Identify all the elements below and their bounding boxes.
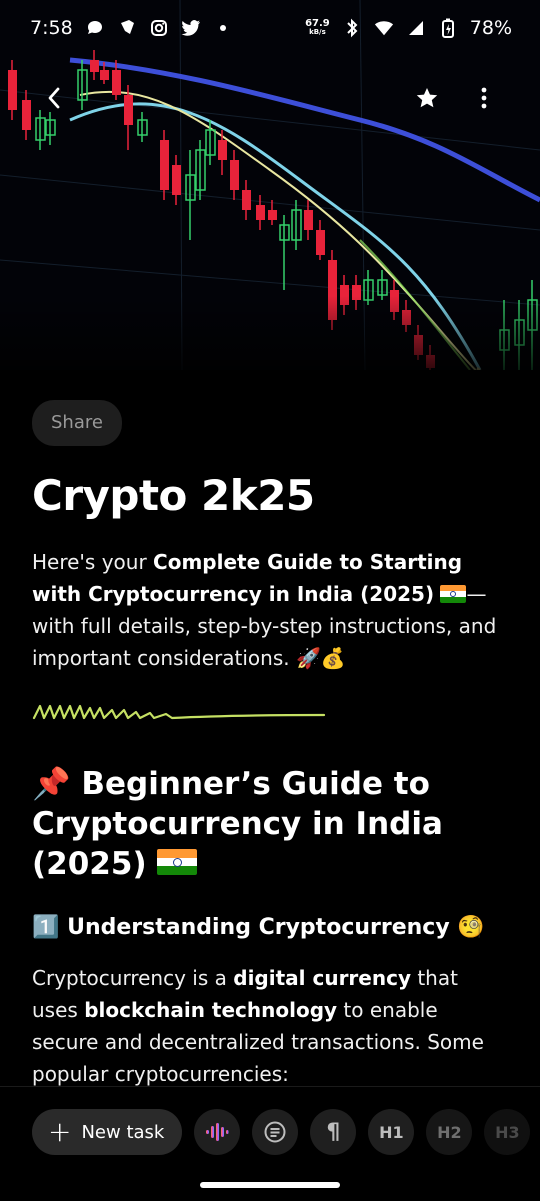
rocket-moneybag-emoji: 🚀💰 <box>295 646 346 670</box>
heading-3-button[interactable]: H3 <box>484 1109 531 1155</box>
subsection-heading-text: Understanding Cryptocurrency <box>67 915 450 940</box>
heading-2-button[interactable]: H2 <box>426 1109 473 1155</box>
plus-icon: + <box>48 1115 72 1148</box>
favorite-button[interactable] <box>405 76 449 120</box>
intro-paragraph: Here's your Complete Guide to Starting w… <box>32 546 508 674</box>
keycap-one-emoji: 1️⃣ <box>32 915 60 940</box>
body-paragraph: Cryptocurrency is a digital currency tha… <box>32 962 508 1090</box>
pushpin-emoji: 📌 <box>32 766 71 802</box>
battery-icon <box>438 18 458 38</box>
subsection-heading: 1️⃣ Understanding Cryptocurrency 🧐 <box>32 912 508 944</box>
paragraph-button[interactable]: ¶ <box>310 1109 357 1155</box>
bluetooth-icon <box>342 18 362 38</box>
network-speed: 67.9 kB/s <box>305 19 330 37</box>
back-button[interactable] <box>32 76 76 120</box>
status-time: 7:58 <box>30 17 73 39</box>
battery-percent: 78% <box>469 17 512 39</box>
intro-text-1: Here's your <box>32 550 154 574</box>
india-flag-icon <box>157 849 198 875</box>
network-speed-unit: kB/s <box>309 28 326 36</box>
signal-icon <box>406 18 426 38</box>
dot-icon <box>213 18 233 38</box>
heading-1-label: H1 <box>379 1122 404 1142</box>
twitter-icon <box>181 18 201 38</box>
shield-app-icon <box>117 18 137 38</box>
page-title: Crypto 2k25 <box>32 471 315 520</box>
document-content: Share Crypto 2k25 Here's your Complete G… <box>32 400 508 1090</box>
body-bold-2: blockchain technology <box>84 998 338 1022</box>
body-text-1: Cryptocurrency is a <box>32 966 234 990</box>
new-task-button[interactable]: + New task <box>32 1109 183 1155</box>
india-flag-icon <box>440 585 467 603</box>
voice-button[interactable] <box>194 1109 241 1155</box>
squiggle-divider <box>32 696 508 726</box>
monocle-face-emoji: 🧐 <box>457 915 485 940</box>
network-speed-value: 67.9 <box>305 18 330 29</box>
chevron-left-icon <box>48 87 60 109</box>
section-heading-text: Beginner’s Guide to Cryptocurrency in In… <box>32 766 443 882</box>
body-bold-1: digital currency <box>233 966 411 990</box>
more-options-button[interactable] <box>462 76 506 120</box>
squiggle-line-icon <box>32 704 326 720</box>
instagram-icon <box>149 18 169 38</box>
new-task-label: New task <box>81 1121 165 1143</box>
list-icon <box>264 1121 286 1143</box>
paragraph-icon: ¶ <box>326 1119 341 1145</box>
chat-icon <box>85 18 105 38</box>
wifi-icon <box>374 18 394 38</box>
home-indicator[interactable] <box>200 1182 340 1188</box>
heading-2-label: H2 <box>437 1122 462 1142</box>
list-button[interactable] <box>252 1109 299 1155</box>
section-heading: 📌 Beginner’s Guide to Cryptocurrency in … <box>32 764 508 884</box>
more-vert-icon <box>481 87 487 109</box>
heading-3-label: H3 <box>495 1122 520 1142</box>
share-button[interactable]: Share <box>32 400 122 446</box>
star-icon <box>416 88 438 108</box>
heading-1-button[interactable]: H1 <box>368 1109 415 1155</box>
status-bar: 7:58 67.9 kB/s 78% <box>0 0 540 56</box>
voice-waveform-icon <box>206 1123 229 1141</box>
